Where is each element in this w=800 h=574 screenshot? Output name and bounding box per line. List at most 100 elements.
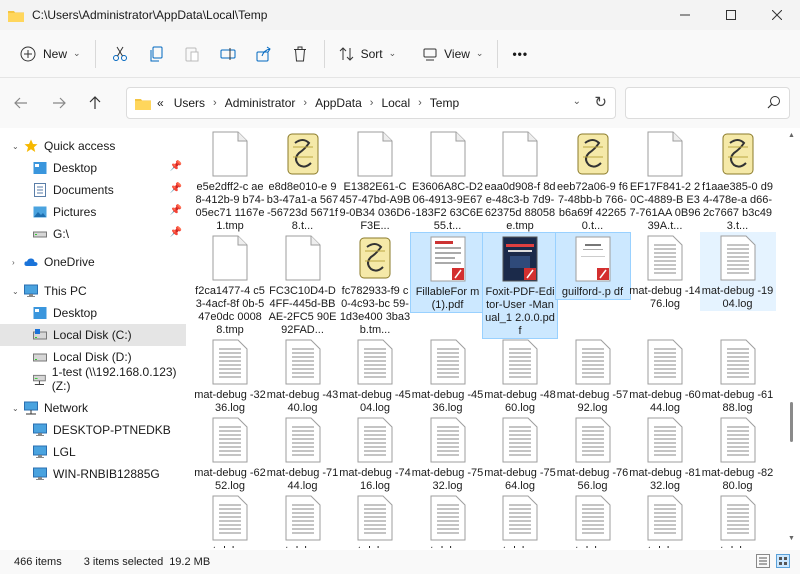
sidebar-item-this-pc[interactable]: ⌄ This PC [0,280,186,302]
sidebar-item-pictures[interactable]: Pictures 📌 [0,201,186,223]
file-item[interactable]: mat-debug ... [482,492,558,548]
divider [323,39,325,68]
file-item[interactable]: mat-debug -7564.log [482,414,558,493]
file-item[interactable]: mat-debug -1476.log [627,232,703,311]
file-item[interactable]: mat-debug -4860.log [482,336,558,415]
file-item[interactable]: mat-debug -8280.log [700,414,776,493]
file-item[interactable]: mat-debug -7532.log [410,414,486,493]
status-bar: 466 items 3 items selected 19.2 MB [0,550,800,574]
file-item[interactable]: mat-debug -4536.log [410,336,486,415]
breadcrumb-temp[interactable]: Temp [430,96,459,110]
search-icon [767,96,780,109]
sidebar-item-desktop-ptnedkb[interactable]: DESKTOP-PTNEDKB [0,419,186,441]
file-item[interactable]: e5e2dff2-c ae8-412b-9 b74-05ec71 1167e1.… [192,128,268,233]
file-item[interactable]: mat-debug -6252.log [192,414,268,493]
view-button[interactable]: View ⌄ [414,38,491,70]
up-button[interactable] [80,87,110,119]
file-item[interactable]: mat-debug -8132.log [627,414,703,493]
file-item[interactable]: mat-debug ... [192,492,268,548]
file-item[interactable]: E3606A8C-D206-4913-9E67-183F2 63C6E55.t.… [410,128,486,233]
file-item[interactable]: eaa0d908-f 8de-48c3-b 7d9-62375d 88058e.… [482,128,558,233]
large-icons-view-button[interactable] [776,554,790,568]
file-item[interactable]: mat-debug ... [700,492,776,548]
vertical-scrollbar[interactable]: ▲ ▼ [788,132,796,542]
pin-icon[interactable]: 📌 [170,227,182,238]
file-item[interactable]: f1aae385-0 d94-478e-a d66-2c7667 b3c493.… [700,128,776,233]
file-item[interactable]: mat-debug ... [410,492,486,548]
sidebar-item-win-rnbib12885g[interactable]: WIN-RNBIB12885G [0,463,186,485]
rename-button[interactable] [210,38,246,70]
search-box[interactable] [625,87,790,119]
sidebar-item-desktop[interactable]: Desktop [0,302,186,324]
delete-button[interactable] [282,38,318,70]
breadcrumb-appdata[interactable]: AppData [315,96,362,110]
maximize-button[interactable] [708,0,754,30]
sidebar-item-quick-access[interactable]: ⌄ Quick access [0,135,186,157]
sort-button[interactable]: Sort ⌄ [331,38,405,70]
minimize-button[interactable] [662,0,708,30]
file-name: mat-debug ... [194,545,266,548]
file-item[interactable]: mat-debug -5792.log [555,336,631,415]
sidebar-item-g-drive[interactable]: G:\ 📌 [0,223,186,245]
sidebar-item-network[interactable]: ⌄ Network [0,397,186,419]
trash-icon [293,46,306,61]
file-item[interactable]: E1382E61-C 457-47bd-A9B9-0B34 036D6F3E..… [337,128,413,233]
file-item[interactable]: FillableFor m(1).pdf [409,232,486,313]
file-item[interactable]: mat-debug ... [265,492,341,548]
text-file-icon [720,417,756,463]
file-item[interactable]: eeb72a06-9 f67-48bb-b 766-b6a69f 422650.… [555,128,631,233]
file-item[interactable]: EF17F841-2 20C-4889-B E37-761AA 0B9639A.… [627,128,703,233]
breadcrumb-users[interactable]: Users [174,96,205,110]
file-item[interactable]: FC3C10D4-D4FF-445d-BBAE-2FC5 90E92FAD... [265,232,341,337]
close-button[interactable] [754,0,800,30]
copy-button[interactable] [138,38,174,70]
more-options-button[interactable]: ••• [504,38,536,70]
breadcrumb-overflow[interactable]: « [157,96,164,110]
sidebar-item-documents[interactable]: Documents 📌 [0,179,186,201]
sidebar-item-desktop-pinned[interactable]: Desktop 📌 [0,157,186,179]
file-item[interactable]: mat-debug -6188.log [700,336,776,415]
file-item[interactable]: mat-debug -7416.log [337,414,413,493]
details-view-button[interactable] [756,554,770,568]
pin-icon[interactable]: 📌 [170,183,182,194]
cut-button[interactable] [102,38,138,70]
address-history-dropdown[interactable]: ⌄ [573,96,581,107]
scroll-down-icon[interactable]: ▼ [788,535,795,542]
forward-button[interactable] [44,87,74,119]
file-item[interactable]: mat-debug -1904.log [699,232,776,311]
file-item[interactable]: e8d8e010-e 9b3-47a1-a 567-56723d 5671f8.… [265,128,341,233]
pin-icon[interactable]: 📌 [170,205,182,216]
scroll-up-icon[interactable]: ▲ [788,132,795,139]
file-item[interactable]: fc782933-f9 c0-4c93-bc 59-1d3e400 3ba3b.… [337,232,413,337]
new-button[interactable]: New ⌄ [12,38,89,70]
file-item[interactable]: mat-debug -4340.log [265,336,341,415]
sidebar-item-lgl[interactable]: LGL [0,441,186,463]
file-item[interactable]: mat-debug -7656.log [555,414,631,493]
address-bar[interactable]: « Users › Administrator › AppData › Loca… [126,87,616,119]
back-button[interactable] [6,87,36,119]
file-item[interactable]: mat-debug ... [555,492,631,548]
file-item[interactable]: mat-debug -6044.log [627,336,703,415]
sort-label: Sort [360,46,383,61]
chevron-down-icon: ⌄ [73,48,81,58]
file-item[interactable]: f2ca1477-4 c53-4acf-8f 0b-547e0dc 00088.… [192,232,268,337]
share-button[interactable] [246,38,282,70]
sidebar-item-onedrive[interactable]: › OneDrive [0,251,186,273]
file-item[interactable]: mat-debug ... [337,492,413,548]
pin-icon[interactable]: 📌 [170,161,182,172]
file-item[interactable]: Foxit-PDF-Editor-User -Manual_1 2.0.0.pd… [482,232,558,339]
chevron-right-icon: › [369,97,374,109]
breadcrumb-local[interactable]: Local [381,96,410,110]
file-item[interactable]: guilford-.p df [554,232,631,300]
paste-button[interactable] [174,38,210,70]
file-item[interactable]: mat-debug -3236.log [192,336,268,415]
file-item[interactable]: mat-debug -4504.log [337,336,413,415]
sidebar-item-local-disk-c[interactable]: Local Disk (C:) [0,324,186,346]
file-item[interactable]: mat-debug ... [627,492,703,548]
refresh-icon[interactable]: ↻ [594,93,607,111]
file-item[interactable]: mat-debug -7144.log [265,414,341,493]
file-name: mat-debug ... [557,545,629,548]
breadcrumb-administrator[interactable]: Administrator [225,96,296,110]
sidebar-item-network-drive-z[interactable]: 1-test (\\192.168.0.123) (Z:) [0,365,186,393]
scrollbar-thumb[interactable] [790,402,793,442]
